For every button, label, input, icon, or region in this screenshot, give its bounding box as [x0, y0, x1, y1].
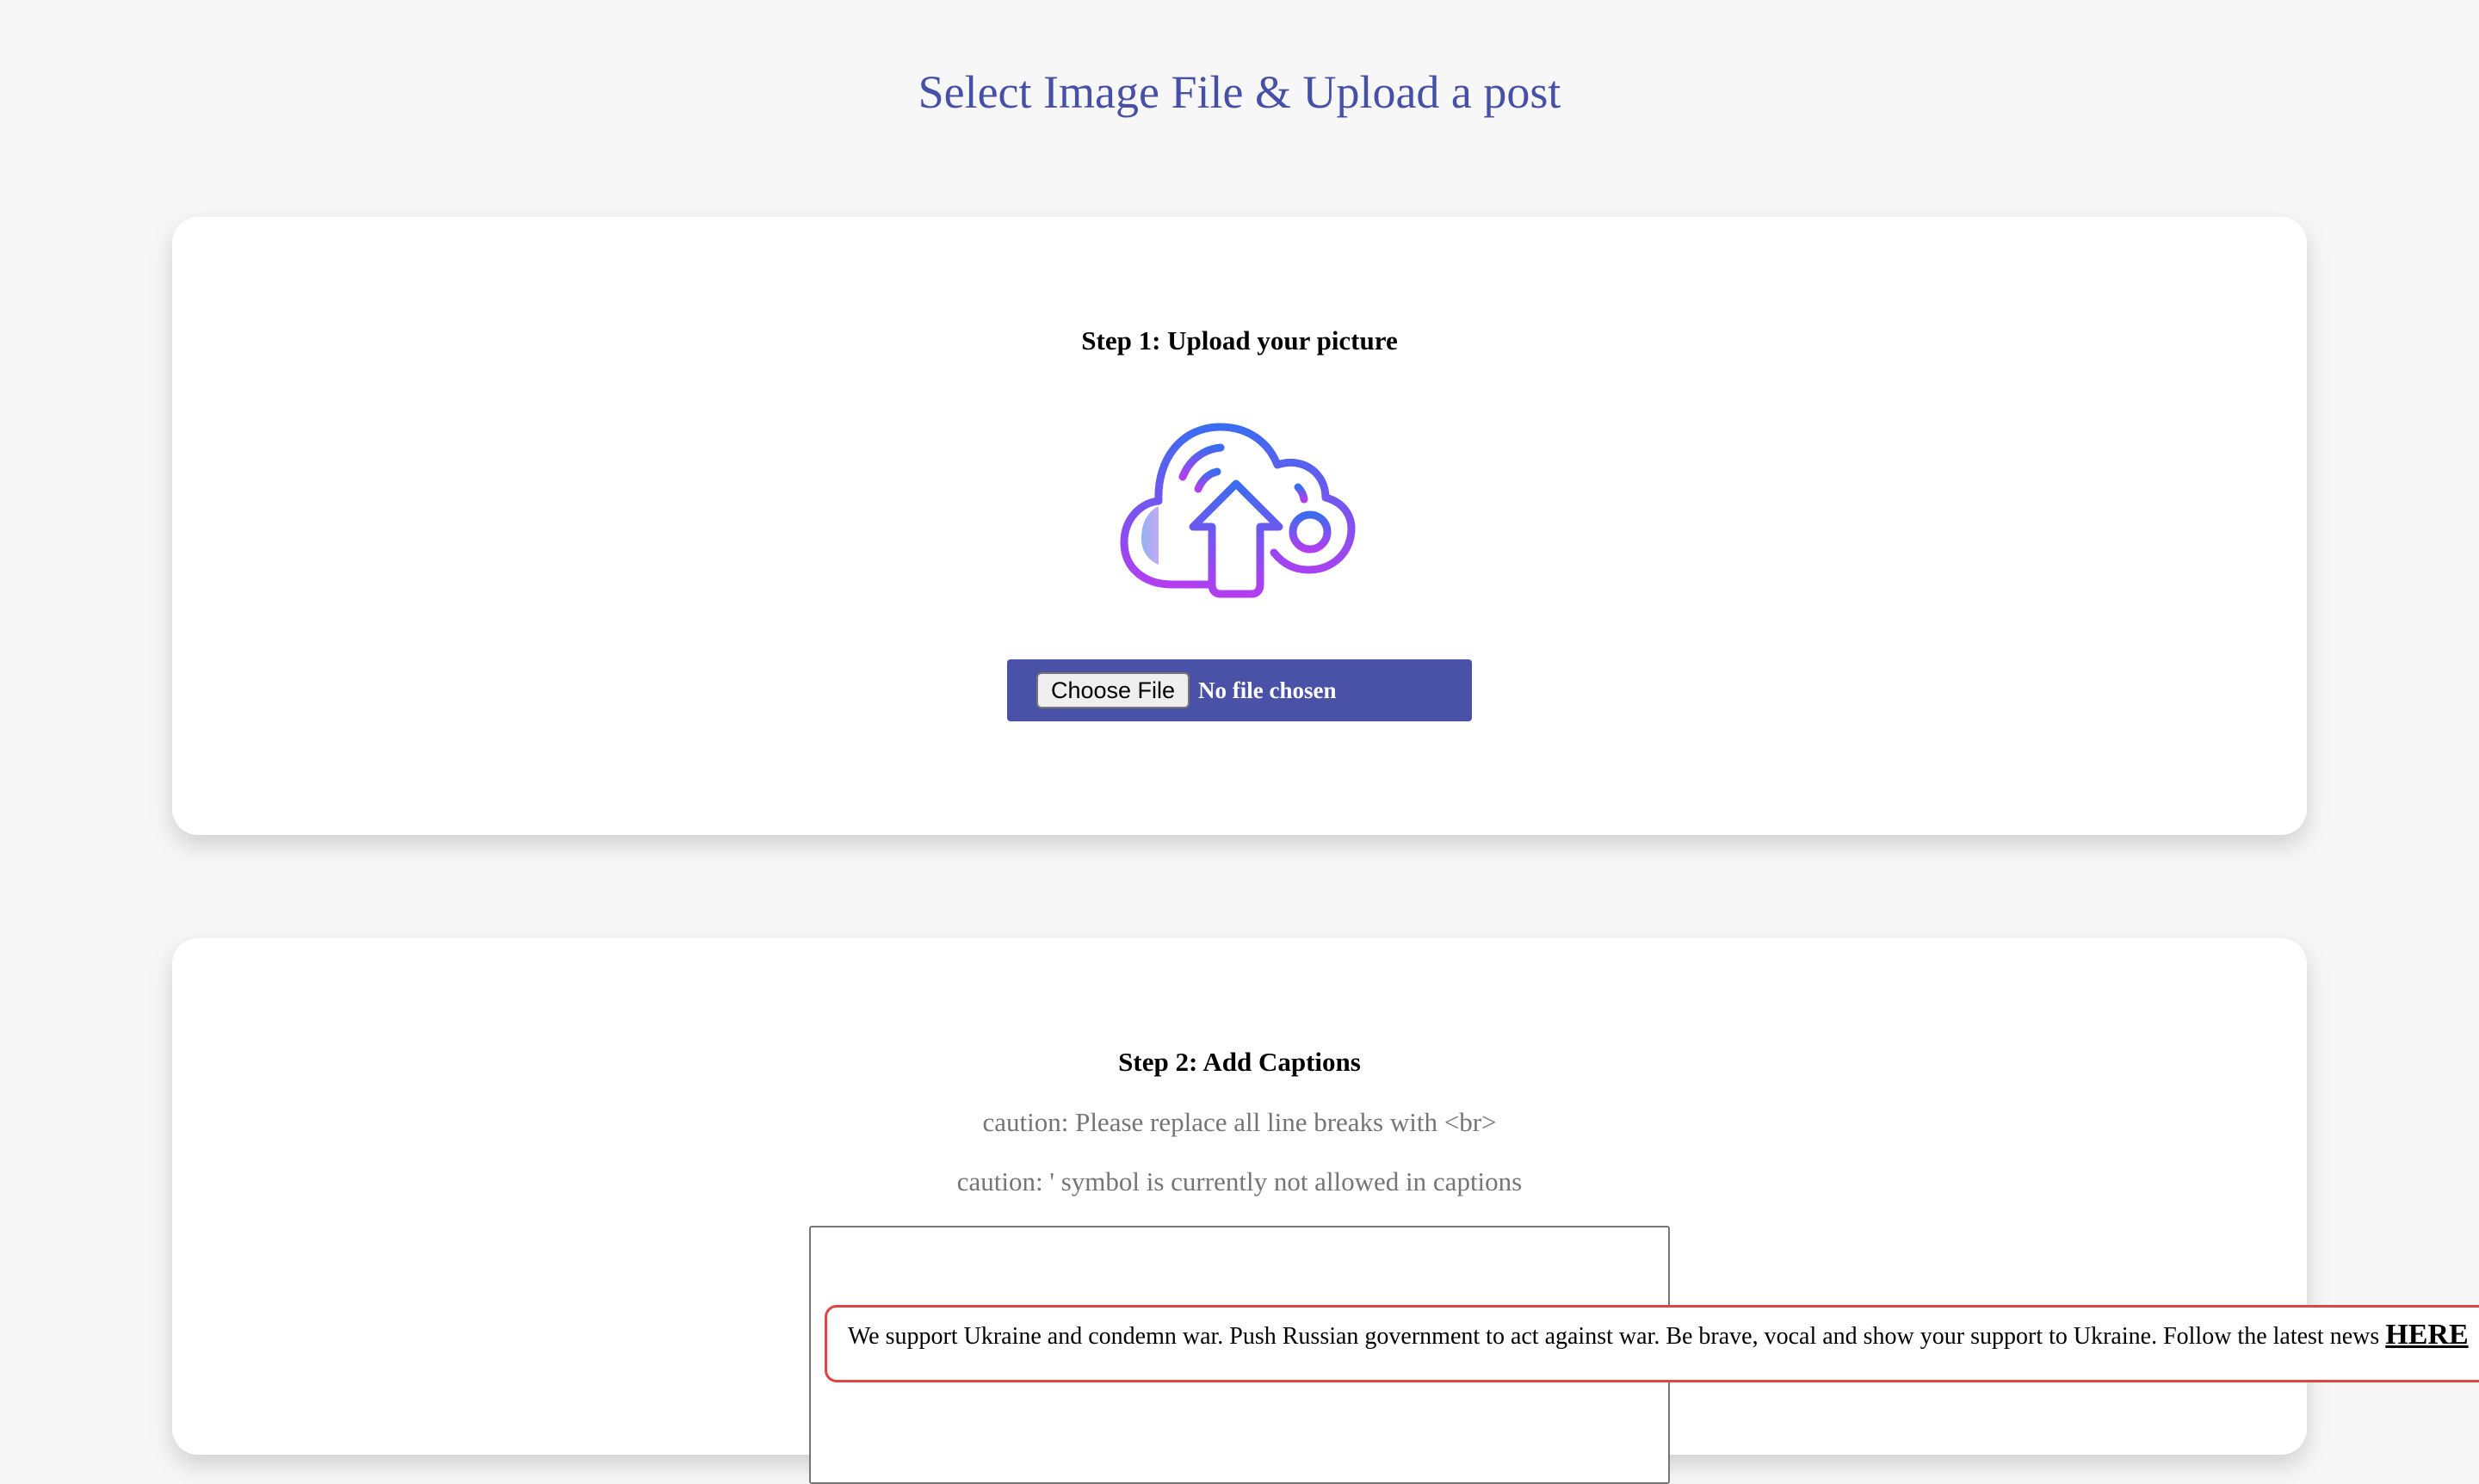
file-status-text: No file chosen [1198, 677, 1337, 703]
file-input[interactable]: Choose File No file chosen [1007, 659, 1472, 721]
step-2-title: Step 2: Add Captions [1118, 1047, 1361, 1077]
page-title: Select Image File & Upload a post [918, 66, 1561, 118]
upload-picture-card: Step 1: Upload your picture Choose File … [172, 217, 2307, 835]
banner-text: We support Ukraine and condemn war. Push… [848, 1323, 2380, 1350]
choose-file-button[interactable]: Choose File [1036, 672, 1190, 708]
banner-here-link[interactable]: HERE [2385, 1319, 2468, 1351]
step-1-title: Step 1: Upload your picture [1081, 325, 1398, 356]
caution-apostrophe: caution: ' symbol is currently not allow… [956, 1166, 1523, 1196]
ukraine-support-banner: We support Ukraine and condemn war. Push… [825, 1305, 2479, 1382]
cloud-upload-icon [1120, 423, 1356, 598]
caution-line-breaks: caution: Please replace all line breaks … [982, 1107, 1497, 1137]
